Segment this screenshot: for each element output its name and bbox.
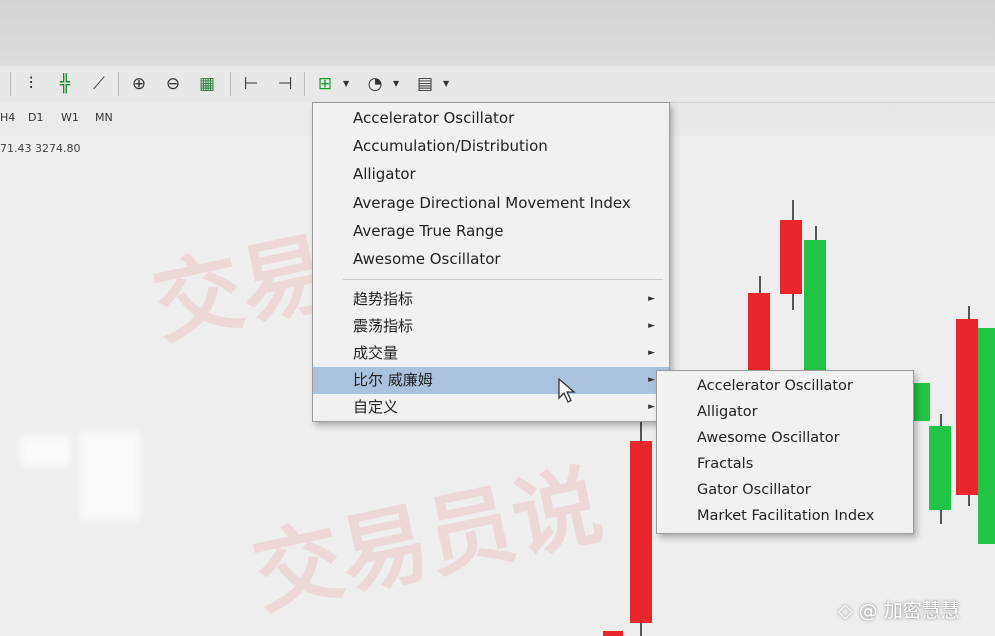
- menu-item-oscillators[interactable]: 震荡指标 ►: [313, 313, 669, 340]
- blurred-region: [80, 431, 140, 521]
- chevron-down-icon[interactable]: ▼: [393, 79, 399, 88]
- bill-williams-submenu: Accelerator Oscillator Alligator Awesome…: [656, 370, 914, 534]
- menu-item-label: 震荡指标: [353, 317, 414, 335]
- templates-icon[interactable]: ▤: [412, 71, 438, 97]
- submenu-arrow-icon: ►: [648, 321, 655, 331]
- menu-item-label: Accumulation/Distribution: [353, 137, 548, 155]
- bear-candle: [956, 319, 978, 495]
- timeframe-h4[interactable]: H4: [0, 111, 15, 124]
- toolbar-separator: [118, 72, 119, 96]
- price-readout: 71.43 3274.80: [0, 142, 81, 155]
- screen: ⫶ ╬ ⟋ ⊕ ⊖ ▦ ⊢ ⊣ ⊞ ▼ ◔ ▼ ▤ ▼ H4 D1 W1 MN: [0, 0, 995, 636]
- menu-item-bill-williams[interactable]: 比尔 威廉姆 ►: [313, 367, 669, 394]
- submenu-arrow-icon: ►: [648, 402, 655, 412]
- submenu-item-label: Accelerator Oscillator: [697, 378, 853, 394]
- submenu-item-label: Fractals: [697, 456, 754, 472]
- line-chart-icon[interactable]: ⟋: [86, 71, 112, 97]
- submenu-item-gator-oscillator[interactable]: Gator Oscillator: [657, 477, 913, 504]
- submenu-arrow-icon: ►: [648, 294, 655, 304]
- menu-item-accelerator-oscillator[interactable]: Accelerator Oscillator: [313, 105, 669, 132]
- chart-shift-icon[interactable]: ⊢: [238, 71, 264, 97]
- submenu-item-label: Gator Oscillator: [697, 482, 811, 498]
- menu-item-trend[interactable]: 趋势指标 ►: [313, 286, 669, 313]
- line-chart-glyph: ⟋: [93, 74, 105, 94]
- timeframe-d1[interactable]: D1: [28, 111, 43, 124]
- submenu-item-awesome-oscillator[interactable]: Awesome Oscillator: [657, 425, 913, 452]
- timeframe-mn[interactable]: MN: [95, 111, 113, 124]
- submenu-item-label: Awesome Oscillator: [697, 430, 840, 446]
- menu-item-atr[interactable]: Average True Range: [313, 218, 669, 245]
- bull-candle: [929, 426, 951, 510]
- menu-item-label: Accelerator Oscillator: [353, 109, 515, 127]
- autoscroll-icon[interactable]: ⊣: [272, 71, 298, 97]
- candlestick-glyph: ╬: [59, 74, 71, 94]
- submenu-item-alligator[interactable]: Alligator: [657, 399, 913, 426]
- toolbar-separator: [304, 72, 305, 96]
- bear-candle: [603, 631, 623, 636]
- tile-windows-glyph: ▦: [198, 74, 216, 94]
- bear-candle: [748, 293, 770, 373]
- zoom-out-glyph: ⊖: [165, 74, 181, 94]
- window-top-area: [0, 0, 995, 70]
- templates-glyph: ▤: [416, 74, 434, 94]
- submenu-item-label: Alligator: [697, 404, 758, 420]
- submenu-arrow-icon: ►: [648, 348, 655, 358]
- menu-item-custom[interactable]: 自定义 ►: [313, 394, 669, 421]
- candlestick-chart-icon[interactable]: ╬: [52, 71, 78, 97]
- menu-item-label: 自定义: [353, 398, 399, 416]
- menu-item-label: Awesome Oscillator: [353, 250, 501, 268]
- source-credit: ◇ @ 加密慧慧: [838, 600, 960, 622]
- tile-windows-icon[interactable]: ▦: [194, 71, 220, 97]
- menu-item-adx[interactable]: Average Directional Movement Index: [313, 190, 669, 217]
- submenu-item-accelerator-oscillator[interactable]: Accelerator Oscillator: [657, 373, 913, 400]
- bull-candle: [804, 240, 826, 370]
- bear-candle: [630, 441, 652, 623]
- bear-candle: [780, 220, 802, 294]
- timeframe-bar: H4 D1 W1 MN: [0, 102, 315, 137]
- menu-item-alligator[interactable]: Alligator: [313, 161, 669, 188]
- submenu-item-fractals[interactable]: Fractals: [657, 451, 913, 478]
- submenu-item-market-facilitation-index[interactable]: Market Facilitation Index: [657, 503, 913, 530]
- zoom-out-icon[interactable]: ⊖: [160, 71, 186, 97]
- menu-item-awesome-oscillator[interactable]: Awesome Oscillator: [313, 246, 669, 273]
- zoom-in-icon[interactable]: ⊕: [126, 71, 152, 97]
- toolbar: ⫶ ╬ ⟋ ⊕ ⊖ ▦ ⊢ ⊣ ⊞ ▼ ◔ ▼ ▤ ▼: [0, 66, 995, 103]
- menu-item-accumulation-distribution[interactable]: Accumulation/Distribution: [313, 133, 669, 160]
- periods-icon[interactable]: ◔: [362, 71, 388, 97]
- indicators-glyph: ⊞: [317, 74, 333, 94]
- bar-chart-icon[interactable]: ⫶: [18, 71, 44, 97]
- menu-item-label: 比尔 威廉姆: [353, 371, 433, 389]
- mouse-pointer-icon: [558, 378, 576, 403]
- periods-glyph: ◔: [367, 74, 383, 94]
- indicators-dropdown-menu: Accelerator Oscillator Accumulation/Dist…: [312, 102, 670, 422]
- autoscroll-glyph: ⊣: [277, 74, 293, 94]
- menu-item-label: Alligator: [353, 165, 416, 183]
- timeframe-w1[interactable]: W1: [61, 111, 79, 124]
- bar-chart-glyph: ⫶: [28, 74, 34, 94]
- menu-item-label: Average Directional Movement Index: [353, 194, 631, 212]
- chart-shift-glyph: ⊢: [243, 74, 259, 94]
- indicators-icon[interactable]: ⊞: [312, 71, 338, 97]
- submenu-item-label: Market Facilitation Index: [697, 508, 875, 524]
- zoom-in-glyph: ⊕: [131, 74, 147, 94]
- menu-item-volumes[interactable]: 成交量 ►: [313, 340, 669, 367]
- bull-candle: [978, 328, 995, 544]
- toolbar-separator: [10, 72, 11, 96]
- menu-separator: [343, 279, 663, 280]
- menu-item-label: 成交量: [353, 344, 399, 362]
- chevron-down-icon[interactable]: ▼: [343, 79, 349, 88]
- menu-item-label: Average True Range: [353, 222, 504, 240]
- toolbar-separator: [230, 72, 231, 96]
- chevron-down-icon[interactable]: ▼: [443, 79, 449, 88]
- submenu-arrow-icon: ►: [648, 375, 655, 385]
- menu-item-label: 趋势指标: [353, 290, 414, 308]
- blurred-region: [20, 436, 70, 466]
